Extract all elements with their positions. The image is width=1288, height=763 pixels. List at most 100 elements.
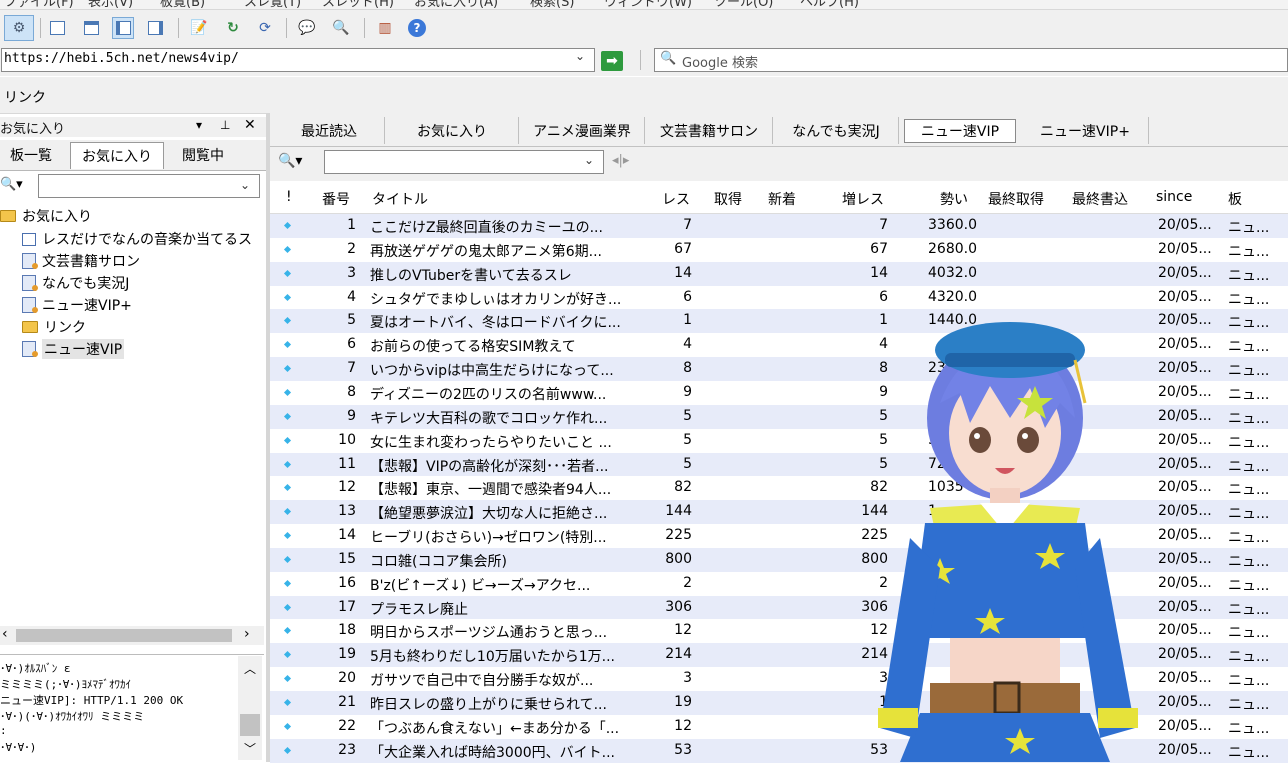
chevron-up-icon[interactable]: ︿ — [244, 660, 256, 677]
chevron-down-icon[interactable]: ⌄ — [584, 153, 594, 167]
tab-recent[interactable]: 最近読込 — [274, 117, 385, 144]
columns-icon[interactable]: ▥ — [374, 17, 396, 39]
thread-number: 15 — [338, 550, 356, 567]
thread-number: 11 — [338, 455, 356, 472]
refresh-icon[interactable]: ↻ — [222, 17, 244, 39]
search-icon[interactable]: 🔍▾ — [278, 153, 302, 169]
thread-title: 再放送ゲゲゲの鬼太郎アニメ第6期... — [370, 243, 602, 260]
search-icon[interactable]: 🔍 — [330, 17, 352, 39]
chevron-left-icon[interactable]: ‹ — [2, 626, 8, 642]
since-date: 20/05... — [1158, 288, 1212, 305]
tab-favorites[interactable]: お気に入り — [386, 117, 519, 144]
new-mark-icon — [283, 484, 292, 492]
menu-search[interactable]: 検索(S) — [530, 0, 574, 9]
panel-layout-icon[interactable] — [112, 17, 134, 39]
res-count: 800 — [665, 550, 692, 567]
links-label[interactable]: リンク — [4, 87, 46, 107]
thread-title: 「大企業入れば時給3000円、バイト... — [370, 744, 615, 761]
tree-item-board[interactable]: 文芸書籍サロン — [22, 251, 140, 271]
tab-favorites[interactable]: お気に入り — [70, 142, 164, 169]
board-icon — [22, 341, 38, 357]
tree-folder-links[interactable]: リンク — [22, 317, 86, 337]
board-name: ニュ... — [1228, 458, 1270, 475]
table-row[interactable]: 4 シュタゲでまゆしぃはオカリンが好き... 6 6 4320.0 20/05... ニュ.… — [270, 286, 1288, 310]
folder-icon — [22, 321, 38, 333]
column-header[interactable]: 取得 — [714, 189, 742, 209]
thread-number: 17 — [338, 598, 356, 615]
menu-favorites[interactable]: お気に入り(A) — [414, 0, 498, 9]
scrollbar-thumb[interactable] — [240, 714, 260, 736]
chevron-down-icon[interactable]: ⌄ — [575, 49, 593, 71]
thread-number: 4 — [347, 288, 356, 305]
since-date: 20/05... — [1158, 383, 1212, 400]
since-date: 20/05... — [1158, 741, 1212, 758]
column-header[interactable]: ! — [286, 189, 292, 205]
momentum: 4032.0 — [928, 264, 977, 281]
menu-tools[interactable]: ツール(O) — [714, 0, 773, 9]
new-mark-icon — [283, 627, 292, 635]
help-icon[interactable]: ? — [406, 17, 428, 39]
thread-number: 23 — [338, 741, 356, 758]
thread-number: 3 — [347, 264, 356, 281]
menu-help[interactable]: ヘルプ(H) — [800, 0, 859, 9]
close-icon[interactable]: ✕ — [244, 117, 256, 133]
board-name: ニュ... — [1228, 601, 1270, 618]
splitter-handle-icon[interactable]: ◂|▸ — [612, 153, 629, 168]
table-row[interactable]: 1 ここだけZ最終回直後のカミーユの... 7 7 3360.0 20/05... ニュ..… — [270, 214, 1288, 238]
scrollbar-thumb[interactable] — [16, 629, 232, 642]
column-header[interactable]: 新着 — [768, 189, 796, 209]
table-row[interactable]: 3 推しのVTuberを書いて去るスレ 14 14 4032.0 20/05... ニュ..… — [270, 261, 1288, 286]
column-header[interactable]: 板 — [1228, 189, 1242, 209]
chevron-right-icon[interactable]: › — [244, 626, 250, 642]
comment-icon[interactable]: 💬 — [296, 17, 318, 39]
since-date: 20/05... — [1158, 217, 1212, 233]
res-count: 67 — [674, 240, 692, 257]
column-header[interactable]: タイトル — [372, 189, 428, 209]
menu-thread-list[interactable]: スレ覧(T) — [244, 0, 301, 9]
refresh-all-icon[interactable]: ⟳ — [254, 17, 276, 39]
column-header[interactable]: since — [1156, 189, 1192, 205]
panel-layout-icon[interactable] — [46, 17, 68, 39]
panel-layout-icon[interactable] — [144, 17, 166, 39]
tab-board-list[interactable]: 板一覧 — [0, 142, 62, 168]
chevron-down-icon[interactable]: ﹀ — [244, 740, 256, 757]
since-date: 20/05... — [1158, 455, 1212, 472]
tree-item-thread[interactable]: レスだけでなんの音楽か当てるス — [22, 229, 252, 249]
board-list-icon[interactable]: ⚙ — [4, 15, 34, 41]
momentum: 4320.0 — [928, 288, 977, 305]
tree-folder-favorites[interactable]: お気に入り — [0, 206, 92, 226]
menu-file[interactable]: ファイル(F) — [4, 0, 74, 9]
column-header[interactable]: 増レス — [842, 189, 884, 209]
tab-livejupiter[interactable]: なんでも実況J — [774, 117, 899, 144]
search-icon[interactable]: 🔍▾ — [0, 177, 23, 192]
thread-number: 12 — [338, 479, 356, 496]
chevron-down-icon[interactable]: ⌄ — [240, 178, 250, 192]
column-header[interactable]: 番号 — [322, 189, 350, 209]
table-row[interactable]: 2 再放送ゲゲゲの鬼太郎アニメ第6期... 67 67 2680.0 20/05... ニュ… — [270, 238, 1288, 262]
tab-news4vip-plus[interactable]: ニュー速VIP+ — [1022, 117, 1149, 144]
tab-anime-manga[interactable]: アニメ漫画業界 — [520, 117, 645, 144]
menu-thread[interactable]: スレッド(H) — [322, 0, 394, 9]
column-header[interactable]: 最終書込 — [1072, 189, 1128, 209]
menu-board[interactable]: 板覧(B) — [160, 0, 205, 9]
tree-item-board[interactable]: ニュー速VIP — [22, 339, 125, 359]
tab-browsing[interactable]: 閲覧中 — [168, 142, 238, 168]
menu-window[interactable]: ウィンドウ(W) — [604, 0, 692, 9]
tree-item-board[interactable]: なんでも実況J — [22, 273, 129, 293]
panel-dropdown-icon[interactable]: ▾ — [196, 118, 202, 132]
address-url[interactable]: https://hebi.5ch.net/news4vip/ — [4, 51, 239, 66]
column-header[interactable]: レス — [662, 189, 690, 209]
column-header[interactable]: 最終取得 — [988, 189, 1044, 209]
tree-item-board[interactable]: ニュー速VIP+ — [22, 295, 132, 315]
favorites-filter-input[interactable] — [38, 174, 260, 198]
menu-view[interactable]: 表示(V) — [88, 0, 133, 9]
pin-icon[interactable]: ⊥ — [220, 118, 230, 132]
column-header[interactable]: 勢い — [940, 189, 968, 209]
go-button[interactable]: ➡ — [601, 51, 623, 71]
tab-bungei[interactable]: 文芸書籍サロン — [646, 117, 773, 144]
res-count: 306 — [665, 598, 692, 615]
tab-news4vip[interactable]: ニュー速VIP — [904, 119, 1016, 143]
new-thread-icon[interactable]: 📝 — [188, 17, 210, 39]
thread-filter-input[interactable] — [324, 150, 604, 174]
panel-layout-icon[interactable] — [80, 17, 102, 39]
